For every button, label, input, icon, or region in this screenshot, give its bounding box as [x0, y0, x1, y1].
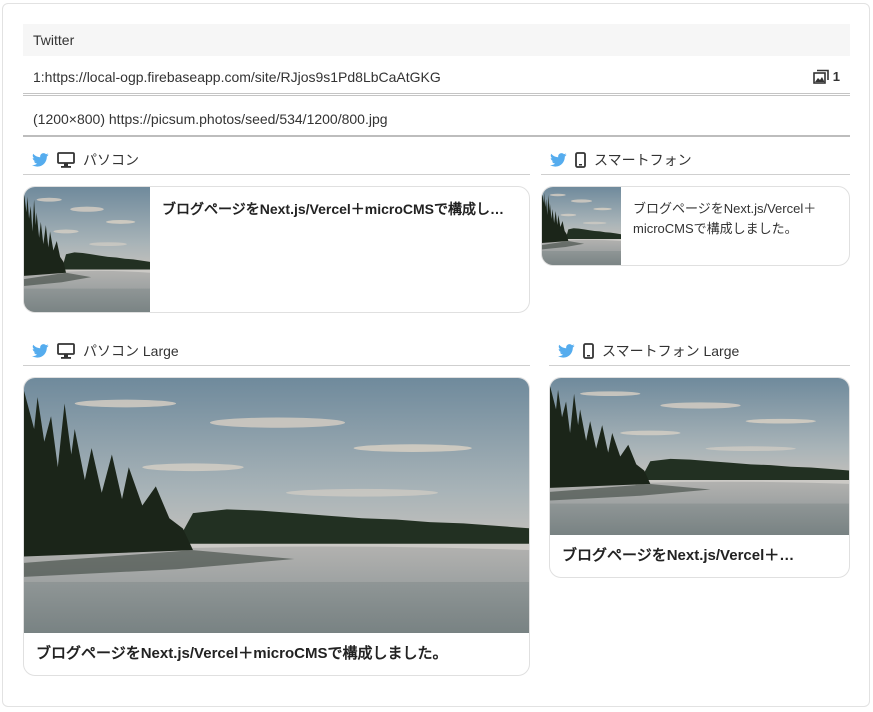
preview-label-pc-large: パソコン Large	[83, 342, 179, 359]
card-title: ブログページをNext.js/Vercel＋…	[562, 547, 795, 564]
images-icon	[812, 69, 829, 84]
preview-label-sp-large: スマートフォン Large	[602, 342, 740, 359]
preview-header-pc-large: パソコン Large	[23, 336, 530, 366]
smartphone-icon	[583, 342, 594, 359]
preview-header-pc: パソコン	[23, 145, 530, 175]
twitter-icon	[558, 343, 575, 358]
page-url: 1:https://local-ogp.firebaseapp.com/site…	[23, 60, 850, 96]
card-image	[542, 187, 621, 265]
preview-header-sp: スマートフォン	[541, 145, 850, 175]
preview-header-sp-large: スマートフォン Large	[549, 336, 850, 366]
card-title: ブログページをNext.js/Vercel＋microCMSで構成しました。	[633, 201, 817, 236]
page-url-text: 1:https://local-ogp.firebaseapp.com/site…	[33, 69, 441, 85]
twitter-card-sp[interactable]: ブログページをNext.js/Vercel＋microCMSで構成しました。	[541, 186, 850, 266]
card-title: ブログページをNext.js/Vercel＋microCMSで構成し…	[162, 201, 505, 217]
section-title: Twitter	[23, 24, 850, 56]
image-count: 1	[832, 69, 840, 84]
twitter-icon	[32, 343, 49, 358]
image-url: (1200×800) https://picsum.photos/seed/53…	[23, 102, 850, 137]
twitter-card-pc-large[interactable]: ブログページをNext.js/Vercel＋microCMSで構成しました。	[23, 377, 530, 676]
card-image	[24, 187, 150, 312]
twitter-card-pc[interactable]: ブログページをNext.js/Vercel＋microCMSで構成し…	[23, 186, 530, 313]
desktop-icon	[57, 342, 75, 359]
smartphone-icon	[575, 151, 586, 168]
preview-label-sp: スマートフォン	[594, 151, 692, 168]
card-title: ブログページをNext.js/Vercel＋microCMSで構成しました。	[36, 645, 448, 662]
preview-label-pc: パソコン	[83, 151, 139, 168]
image-count-badge[interactable]: 1	[812, 60, 840, 94]
twitter-card-sp-large[interactable]: ブログページをNext.js/Vercel＋…	[549, 377, 850, 578]
desktop-icon	[57, 151, 75, 168]
twitter-icon	[32, 152, 49, 167]
card-image	[24, 378, 529, 633]
twitter-icon	[550, 152, 567, 167]
card-image	[550, 378, 849, 535]
